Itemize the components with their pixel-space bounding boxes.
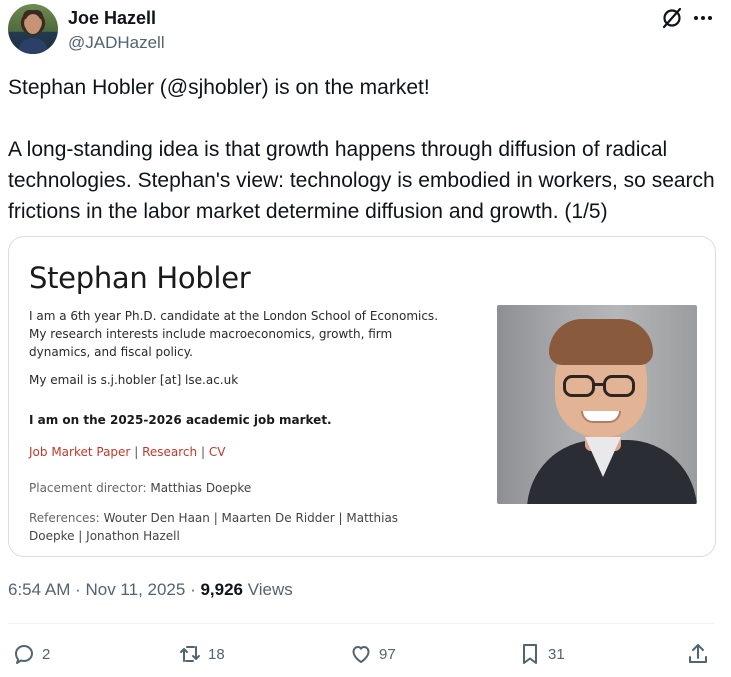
tweet-line-2: A long-standing idea is that growth happ… — [8, 138, 715, 223]
placement-name: Matthias Doepke — [150, 481, 252, 495]
share-icon — [689, 644, 707, 663]
link-cv: CV — [208, 445, 226, 459]
portrait-photo — [497, 305, 697, 504]
card-placement: Placement director: Matthias Doepke — [29, 479, 439, 497]
card-intro: I am a 6th year Ph.D. candidate at the L… — [29, 309, 439, 359]
card-links: Job Market Paper | Research | CV — [29, 443, 439, 461]
author-name[interactable]: Joe Hazell — [68, 8, 156, 29]
author-handle[interactable]: @JADHazell — [68, 33, 165, 53]
tweet-line-1: Stephan Hobler (@sjhobler) is on the mar… — [8, 76, 430, 99]
grok-icon[interactable] — [660, 6, 684, 30]
share-button[interactable] — [686, 640, 710, 668]
link-sep: | — [200, 445, 205, 459]
repost-button[interactable]: 18 — [178, 640, 225, 668]
card-market: I am on the 2025-2026 academic job marke… — [29, 413, 332, 427]
divider — [8, 623, 715, 624]
card-title: Stephan Hobler — [29, 261, 251, 295]
views-count: 9,926 — [200, 580, 244, 599]
more-icon[interactable] — [694, 16, 714, 22]
repost-count: 18 — [208, 645, 225, 663]
heart-icon — [352, 646, 370, 663]
bookmark-count: 31 — [548, 645, 565, 663]
tweet-meta: 6:54 AM · Nov 11, 2025 · 9,926 Views — [8, 580, 293, 600]
link-jmp: Job Market Paper — [29, 445, 131, 459]
tweet-header: Joe Hazell @JADHazell — [8, 4, 723, 56]
repost-icon — [180, 646, 200, 662]
card-body: I am a 6th year Ph.D. candidate at the L… — [29, 307, 439, 545]
link-sep: | — [134, 445, 139, 459]
bookmark-icon — [523, 644, 537, 664]
reply-button[interactable]: 2 — [12, 640, 50, 668]
avatar[interactable] — [8, 4, 58, 54]
action-bar: 2 18 97 31 — [8, 640, 715, 670]
tweet-timestamp[interactable]: 6:54 AM · Nov 11, 2025 · — [8, 580, 200, 599]
refs-label: References: — [29, 511, 100, 525]
card-references: References: Wouter Den Haan | Maarten De… — [29, 509, 439, 545]
reply-count: 2 — [42, 645, 51, 663]
bookmark-button[interactable]: 31 — [518, 640, 565, 668]
like-count: 97 — [379, 645, 396, 663]
tweet-text: Stephan Hobler (@sjhobler) is on the mar… — [8, 72, 723, 227]
reply-icon — [15, 645, 33, 664]
like-button[interactable]: 97 — [349, 640, 396, 668]
image-card[interactable]: Stephan Hobler I am a 6th year Ph.D. can… — [8, 236, 716, 557]
placement-label: Placement director: — [29, 481, 147, 495]
views-label: Views — [243, 580, 293, 599]
link-research: Research — [142, 445, 198, 459]
card-email: My email is s.j.hobler [at] lse.ac.uk — [29, 373, 239, 387]
